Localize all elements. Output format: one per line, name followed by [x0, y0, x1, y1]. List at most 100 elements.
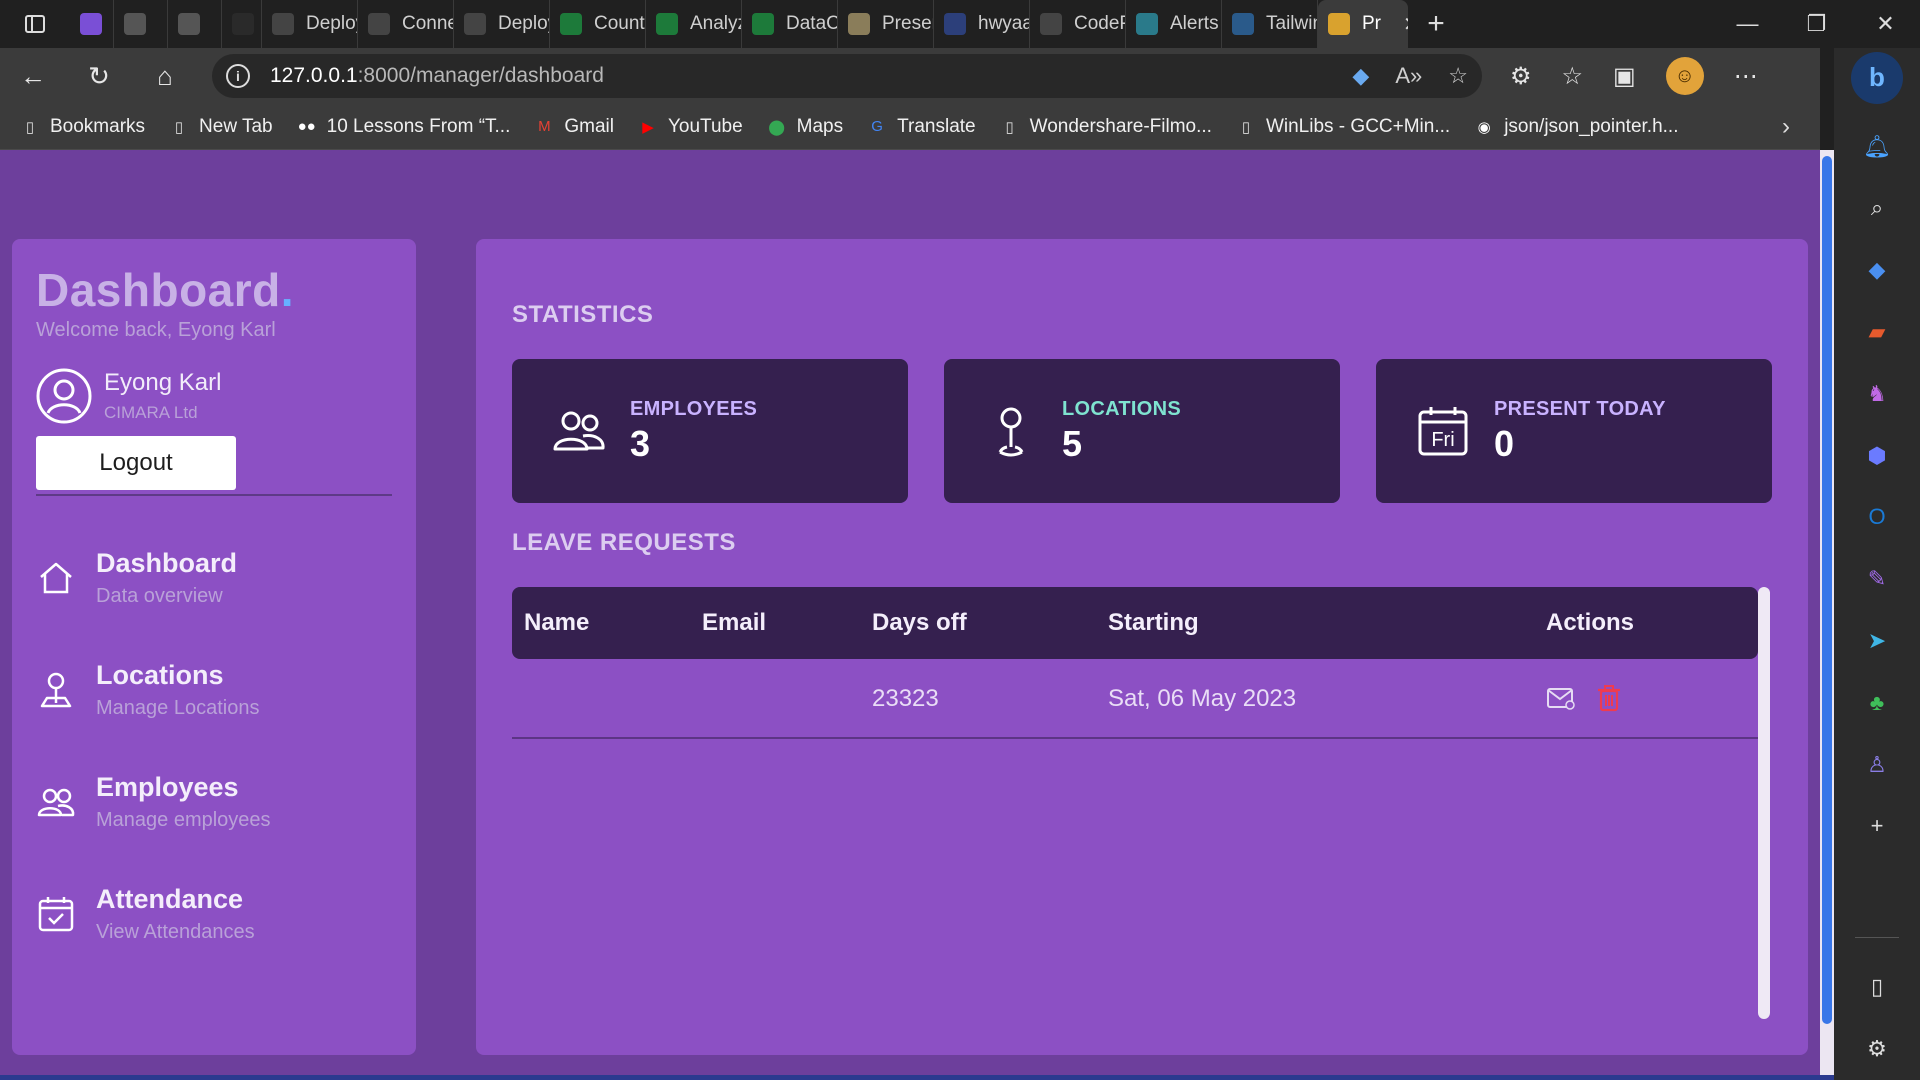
bookmark-item[interactable]: ●● 10 Lessons From “T...: [297, 116, 511, 138]
stat-value: 3: [630, 422, 651, 464]
bookmark-label: New Tab: [199, 115, 273, 137]
bookmark-item[interactable]: ◉ json/json_pointer.h...: [1474, 116, 1679, 138]
page-viewport: Dashboard. Welcome back, Eyong Karl Eyon…: [0, 150, 1820, 1080]
table-row: 23323 Sat, 06 May 2023: [512, 659, 1758, 739]
nav-title: Locations: [96, 660, 224, 690]
read-aloud-icon[interactable]: A»: [1395, 63, 1422, 89]
nav-item-employees[interactable]: Employees Manage employees: [36, 772, 392, 832]
tab-title: Conne: [402, 13, 454, 34]
extensions-icon[interactable]: ⚙: [1510, 62, 1532, 91]
logout-button[interactable]: Logout: [36, 436, 236, 490]
browser-tab[interactable]: Conne: [358, 0, 454, 48]
stat-card-employees: EMPLOYEES 3: [512, 359, 908, 503]
trash-icon[interactable]: [1594, 683, 1624, 713]
window-controls: — ❐ ✕: [1713, 11, 1920, 37]
browser-tab[interactable]: [222, 0, 262, 48]
page-icon: ▯: [174, 118, 184, 136]
browser-tab[interactable]: Counti: [550, 0, 646, 48]
browser-tab[interactable]: Deploy: [262, 0, 358, 48]
browser-tab[interactable]: Pr✕: [1318, 0, 1408, 48]
copilot-icon[interactable]: b: [1851, 52, 1903, 104]
bookmark-item[interactable]: ▯ Wondershare-Filmo...: [1000, 116, 1211, 138]
bookmark-item[interactable]: ▯ WinLibs - GCC+Min...: [1236, 116, 1450, 138]
notifications-bell-icon[interactable]: 🔔︎: [1857, 127, 1897, 167]
reload-button[interactable]: ↻: [66, 61, 132, 92]
settings-more-icon[interactable]: ⋯: [1734, 62, 1758, 91]
bookmarks-more-chevron-icon[interactable]: ›: [1782, 113, 1790, 141]
table-scrollbar[interactable]: [1758, 587, 1770, 1019]
people-icon: [553, 411, 605, 451]
bookmark-item[interactable]: ▯ New Tab: [169, 116, 273, 138]
browser-tab[interactable]: [70, 0, 114, 48]
new-tab-button[interactable]: +: [1408, 7, 1464, 41]
browser-tab[interactable]: hwyaa: [934, 0, 1030, 48]
nav-item-attendance[interactable]: Attendance View Attendances: [36, 884, 392, 944]
bookmark-item[interactable]: ▯ Bookmarks: [20, 116, 145, 138]
browser-tab[interactable]: Analyz: [646, 0, 742, 48]
meditate-icon[interactable]: ♙: [1857, 745, 1897, 785]
add-favorite-icon[interactable]: ☆: [1448, 63, 1468, 89]
site-info-icon[interactable]: i: [226, 64, 250, 88]
close-window-button[interactable]: ✕: [1851, 11, 1920, 37]
page-scrollbar-thumb[interactable]: [1822, 156, 1832, 1024]
browser-tab[interactable]: Tailwin: [1222, 0, 1318, 48]
statistics-title: STATISTICS: [512, 301, 654, 328]
url-text[interactable]: 127.0.0.1:8000/manager/dashboard: [270, 64, 604, 88]
designer-icon[interactable]: ✎: [1857, 559, 1897, 599]
bookmark-label: Translate: [897, 115, 976, 137]
home-button[interactable]: ⌂: [132, 61, 198, 92]
hwyaa-icon: [944, 13, 966, 35]
bookmark-label: 10 Lessons From “T...: [326, 115, 511, 137]
nav-title: Attendance: [96, 884, 244, 914]
stat-label: PRESENT TODAY: [1494, 397, 1666, 420]
browser-tab[interactable]: [168, 0, 222, 48]
microsoft-365-icon[interactable]: ⬢: [1857, 436, 1897, 476]
address-bar[interactable]: i 127.0.0.1:8000/manager/dashboard ◆ A» …: [212, 54, 1482, 98]
stat-label: LOCATIONS: [1062, 397, 1181, 420]
bookmark-item[interactable]: M Gmail: [534, 116, 614, 138]
nav-item-dashboard[interactable]: Dashboard Data overview: [36, 548, 392, 608]
coupon-tag-icon[interactable]: ◆: [1352, 63, 1369, 89]
bookmark-label: Bookmarks: [50, 115, 146, 137]
hide-sidebar-icon[interactable]: ▯: [1857, 967, 1897, 1007]
browser-tab[interactable]: Deploy: [454, 0, 550, 48]
shopping-tag-icon[interactable]: ◆: [1857, 250, 1897, 290]
deploy-icon: [272, 13, 294, 35]
stat-card-present-today: Fri PRESENT TODAY 0: [1376, 359, 1772, 503]
tools-briefcase-icon[interactable]: ▰: [1857, 312, 1897, 352]
browser-tab[interactable]: [114, 0, 168, 48]
email-icon[interactable]: [1546, 683, 1576, 713]
add-sidebar-app-icon[interactable]: +: [1857, 807, 1897, 847]
minimize-button[interactable]: —: [1713, 11, 1782, 37]
bookmark-item[interactable]: ▶ YouTube: [638, 116, 742, 138]
browser-tab[interactable]: CodeP: [1030, 0, 1126, 48]
calendar-day-text: Fri: [1431, 429, 1454, 451]
tab-actions-button[interactable]: [0, 0, 70, 48]
bookmark-item[interactable]: ⬤ Maps: [767, 116, 843, 138]
column-header-actions: Actions: [1546, 609, 1635, 636]
outlook-icon[interactable]: O: [1857, 498, 1897, 538]
games-icon[interactable]: ♞: [1857, 374, 1897, 414]
search-icon[interactable]: ⌕: [1857, 189, 1897, 229]
bookmark-item[interactable]: G Translate: [867, 115, 976, 138]
browser-tab[interactable]: Alerts: [1126, 0, 1222, 48]
nav-item-locations[interactable]: Locations Manage Locations: [36, 660, 392, 720]
app-icon: [80, 13, 102, 35]
favorites-icon[interactable]: ☆: [1562, 62, 1584, 91]
row-actions: [1546, 683, 1624, 713]
send-icon[interactable]: ➤: [1857, 621, 1897, 661]
restore-button[interactable]: ❐: [1782, 11, 1851, 37]
back-button[interactable]: ←: [0, 61, 66, 92]
leave-requests-table: Name Email Days off Starting Actions 233…: [512, 587, 1758, 739]
tree-icon[interactable]: ♣: [1857, 683, 1897, 723]
tab-title: Pr: [1362, 13, 1381, 34]
browser-tab[interactable]: DataC: [742, 0, 838, 48]
bookmarks-bar: ▯ Bookmarks ▯ New Tab ●● 10 Lessons From “T..…: [0, 104, 1820, 150]
sidebar-settings-gear-icon[interactable]: ⚙: [1857, 1029, 1897, 1069]
tab-title: Tailwin: [1266, 13, 1318, 34]
browser-tab[interactable]: Presen: [838, 0, 934, 48]
collections-icon[interactable]: ▣: [1613, 62, 1636, 91]
tab-title: Alerts: [1170, 13, 1219, 34]
profile-avatar[interactable]: ☺: [1665, 57, 1704, 95]
site-icon: [1328, 13, 1350, 35]
